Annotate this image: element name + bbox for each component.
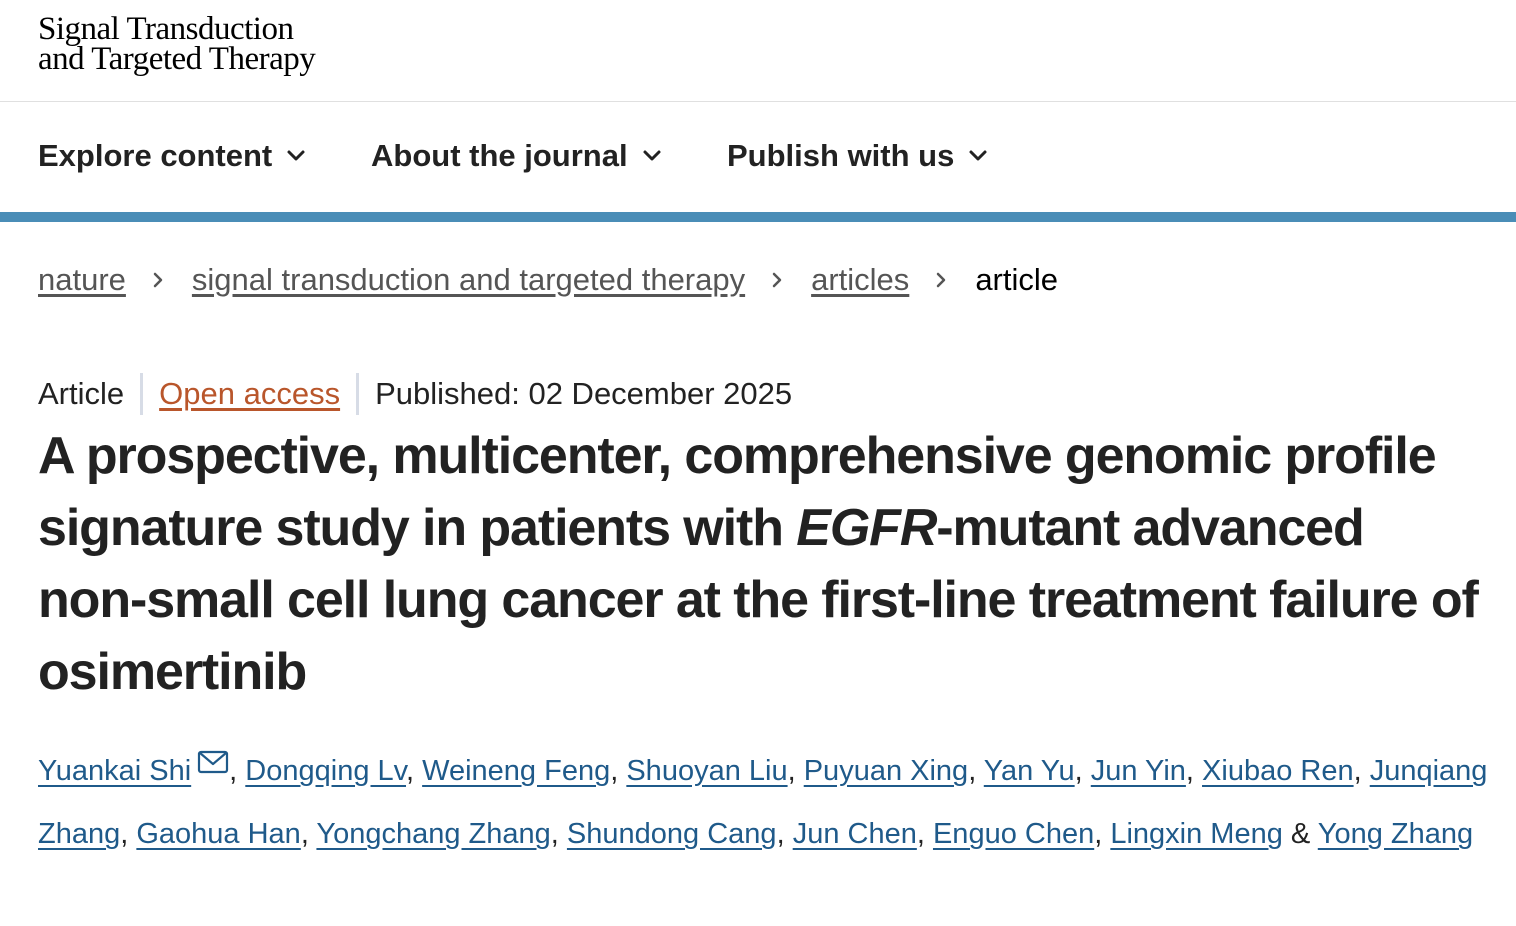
chevron-right-icon — [153, 272, 163, 288]
article-type: Article — [38, 376, 125, 411]
nav-item-label: Explore content — [38, 138, 273, 173]
author-link[interactable]: Yuankai Shi — [38, 755, 191, 787]
meta-divider — [356, 373, 360, 415]
author-link[interactable]: Puyuan Xing — [804, 755, 968, 787]
journal-logo[interactable]: Signal Transduction and Targeted Therapy — [38, 11, 316, 77]
author-separator: , — [1185, 755, 1203, 787]
author-separator: , — [1094, 818, 1111, 850]
breadcrumb-nature[interactable]: nature — [38, 262, 126, 298]
nav-publish-with-us[interactable]: Publish with us — [727, 138, 988, 174]
author-link[interactable]: Yan Yu — [984, 755, 1075, 787]
author-link[interactable]: Weineng Feng — [422, 755, 610, 787]
author-link[interactable]: Jun Yin — [1091, 755, 1186, 787]
author-separator: , — [776, 818, 793, 850]
author-separator: & — [1282, 818, 1318, 850]
author-separator: , — [916, 818, 933, 850]
author-link[interactable]: Yongchang Zhang — [316, 818, 550, 850]
title-gene-name: EGFR — [796, 499, 937, 557]
breadcrumb-journal[interactable]: signal transduction and targeted therapy — [192, 262, 745, 298]
author-list: Yuankai Shi, Dongqing Lv, Weineng Feng, … — [38, 740, 1498, 866]
nav-item-label: About the journal — [371, 138, 628, 173]
nav-about-journal[interactable]: About the journal — [371, 138, 662, 174]
author-link[interactable]: Shuoyan Liu — [626, 755, 787, 787]
author-link[interactable]: Jun Chen — [793, 818, 917, 850]
author-link[interactable]: Gaohua Han — [136, 818, 300, 850]
author-link[interactable]: Dongqing Lv — [245, 755, 406, 787]
author-separator: , — [120, 818, 137, 850]
breadcrumb-current: article — [975, 262, 1059, 297]
chevron-right-icon — [937, 272, 946, 288]
author-separator: , — [610, 755, 627, 787]
author-separator: , — [550, 818, 567, 850]
article-meta: Article Open access Published: 02 Decemb… — [38, 372, 792, 416]
mail-icon[interactable] — [197, 750, 229, 774]
author-separator: , — [300, 818, 317, 850]
logo-line-1: Signal Transduction — [38, 11, 294, 47]
chevron-down-icon — [643, 150, 661, 161]
main-nav: Explore content About the journal Publis… — [0, 102, 1516, 212]
nav-accent-bar — [0, 212, 1516, 222]
nav-item-label: Publish with us — [727, 138, 955, 173]
published-date: Published: 02 December 2025 — [375, 376, 793, 411]
author-separator: , — [229, 755, 246, 787]
chevron-down-icon — [287, 150, 305, 161]
breadcrumb-articles[interactable]: articles — [811, 262, 909, 298]
logo-line-2: and Targeted Therapy — [38, 41, 316, 77]
nav-explore-content[interactable]: Explore content — [38, 138, 306, 174]
meta-divider — [140, 373, 144, 415]
author-link[interactable]: Shundong Cang — [567, 818, 777, 850]
breadcrumb: nature signal transduction and targeted … — [38, 262, 1058, 298]
author-link[interactable]: Lingxin Meng — [1110, 818, 1283, 850]
chevron-right-icon — [772, 272, 782, 288]
author-link[interactable]: Yong Zhang — [1318, 818, 1473, 850]
author-separator: , — [968, 755, 984, 787]
site-header: Signal Transduction and Targeted Therapy — [0, 0, 1516, 102]
author-separator: , — [406, 755, 423, 787]
chevron-down-icon — [969, 150, 987, 161]
article-title: A prospective, multicenter, comprehensiv… — [38, 420, 1479, 708]
author-link[interactable]: Enguo Chen — [933, 818, 1094, 850]
open-access-link[interactable]: Open access — [159, 376, 340, 412]
author-separator: , — [1074, 755, 1091, 787]
author-separator: , — [1353, 755, 1370, 787]
author-separator: , — [787, 755, 804, 787]
author-link[interactable]: Xiubao Ren — [1202, 755, 1354, 787]
